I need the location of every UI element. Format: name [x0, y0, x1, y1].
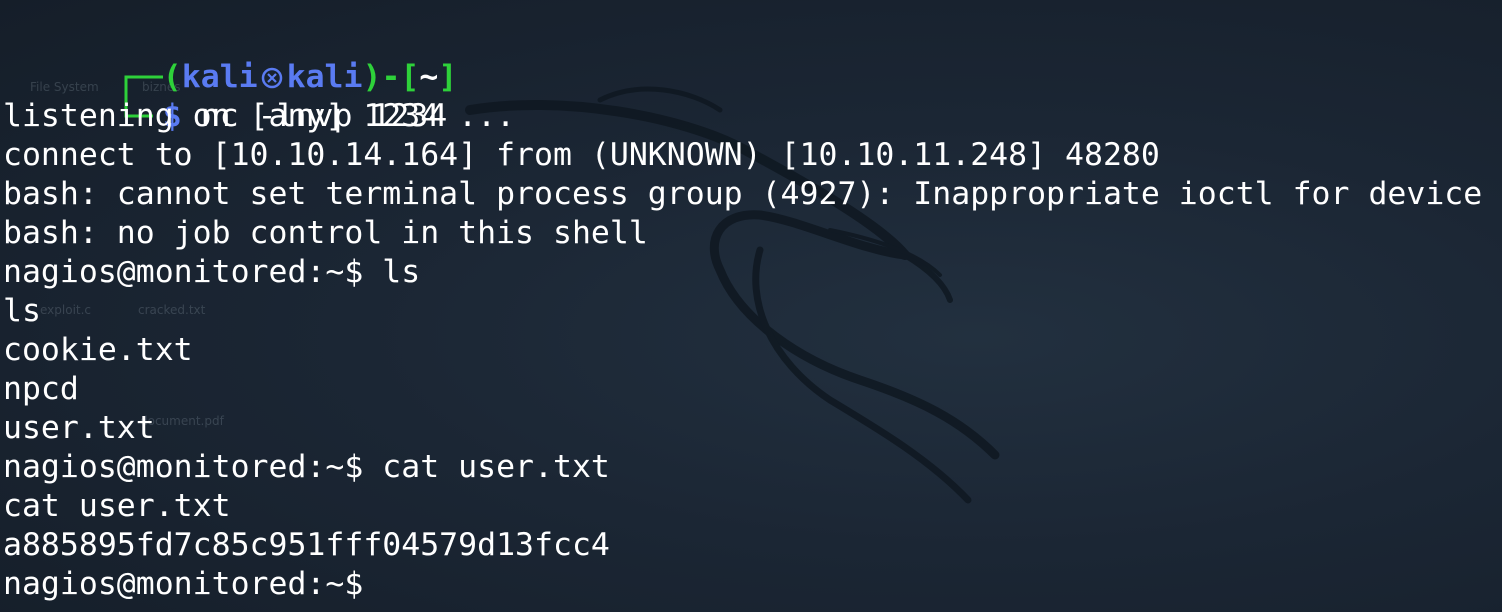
terminal-output[interactable]: (kali kali)-[~] $ nc -lnvp 1234 listening…: [3, 19, 1502, 604]
output-line: bash: no job control in this shell: [3, 215, 648, 251]
output-line: bash: cannot set terminal process group …: [3, 176, 1483, 212]
output-line: npcd: [3, 371, 79, 407]
output-line: cookie.txt: [3, 332, 193, 368]
prompt-line-command: $ nc -lnvp 1234: [3, 58, 1502, 134]
output-line: ls: [3, 293, 41, 329]
output-line: nagios@monitored:~$ cat user.txt: [3, 449, 610, 485]
output-line: user.txt: [3, 410, 155, 446]
prompt-line-top: (kali kali)-[~]: [3, 19, 1502, 97]
output-line: a885895fd7c85c951fff04579d13fcc4: [3, 527, 610, 563]
terminal-window[interactable]: File System biznes exploit.c cracked.txt…: [0, 0, 1502, 612]
output-line: connect to [10.10.14.164] from (UNKNOWN)…: [3, 137, 1160, 173]
output-line: listening on [any] 1234 ...: [3, 98, 516, 134]
output-line: cat user.txt: [3, 488, 231, 524]
shell-prompt-line[interactable]: nagios@monitored:~$: [3, 565, 1502, 604]
output-line: nagios@monitored:~$ ls: [3, 254, 421, 290]
